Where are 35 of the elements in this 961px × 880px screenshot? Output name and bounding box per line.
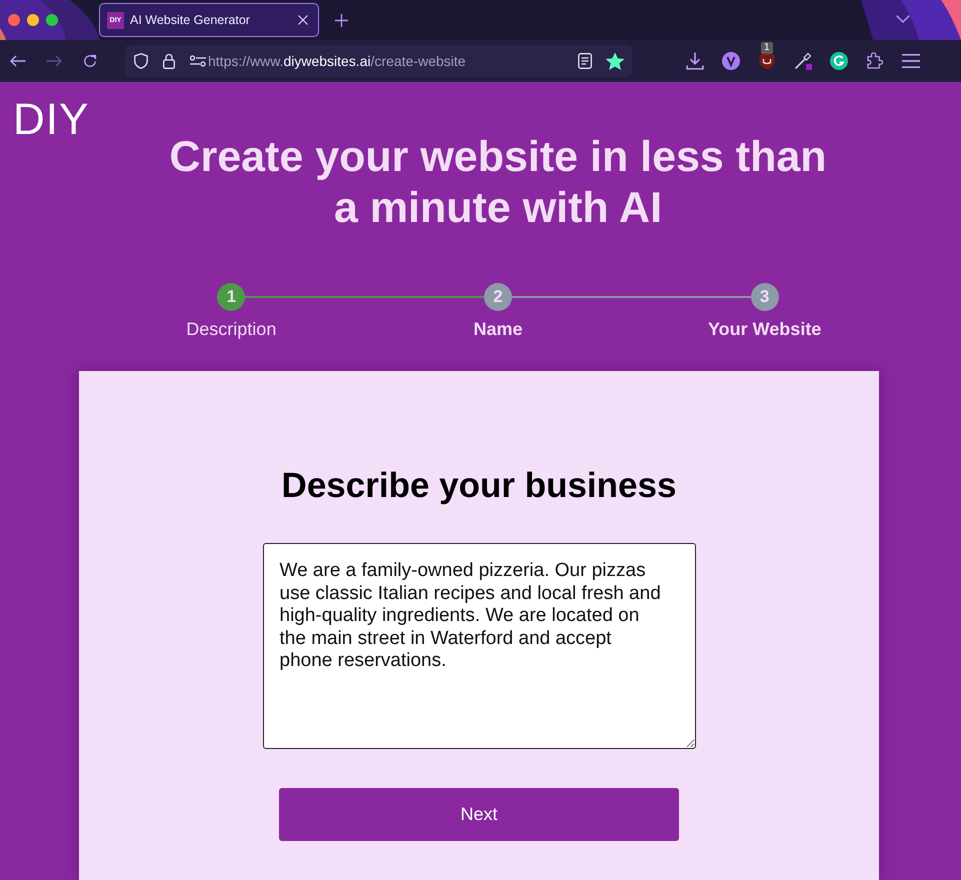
form-title: Describe your business <box>282 465 676 507</box>
next-button[interactable]: Next <box>279 788 679 841</box>
minimize-window-icon[interactable] <box>27 14 39 26</box>
shield-extension-icon[interactable] <box>758 52 776 70</box>
step-number: 1 <box>217 283 246 311</box>
sliders-icon[interactable] <box>190 55 206 67</box>
address-bar[interactable]: https://www.diywebsites.ai/create-website <box>125 45 632 77</box>
chevron-down-icon[interactable] <box>896 15 910 23</box>
back-arrow-icon[interactable] <box>10 54 26 68</box>
lock-icon[interactable] <box>162 53 176 69</box>
g-circle-icon[interactable] <box>830 52 848 70</box>
reload-icon[interactable] <box>82 54 98 68</box>
step-label: Your Website <box>708 318 822 340</box>
shield-icon[interactable] <box>134 53 148 69</box>
maximize-window-icon[interactable] <box>46 14 58 26</box>
url-text[interactable]: https://www.diywebsites.ai/create-website <box>208 53 578 69</box>
counter-badge: 1 <box>761 42 773 54</box>
page-headline: Create your website in less than a minute with AI <box>168 132 828 234</box>
step-label: Description <box>186 318 276 340</box>
download-icon[interactable] <box>686 52 704 70</box>
eyedropper-icon[interactable] <box>794 52 812 70</box>
close-window-icon[interactable] <box>8 14 20 26</box>
description-field[interactable]: We are a family-owned pizzeria. Our pizzas use classic Italian recipes and local fresh and high-quality ingredients. We are located on the main street in Waterford and accept phone reservations. <box>262 543 696 749</box>
menu-icon[interactable] <box>902 52 920 70</box>
star-icon[interactable] <box>606 52 624 70</box>
plus-icon[interactable] <box>335 14 348 26</box>
reader-view-icon[interactable] <box>578 53 592 69</box>
step-label: Name <box>473 318 522 340</box>
step-number: 2 <box>484 283 512 311</box>
puzzle-icon[interactable] <box>866 52 884 70</box>
close-icon[interactable] <box>298 15 308 25</box>
v-circle-icon[interactable] <box>722 52 740 70</box>
tab-title: AI Website Generator <box>130 13 251 27</box>
step-number: 3 <box>750 283 779 311</box>
site-logo[interactable]: DIY <box>13 102 90 138</box>
